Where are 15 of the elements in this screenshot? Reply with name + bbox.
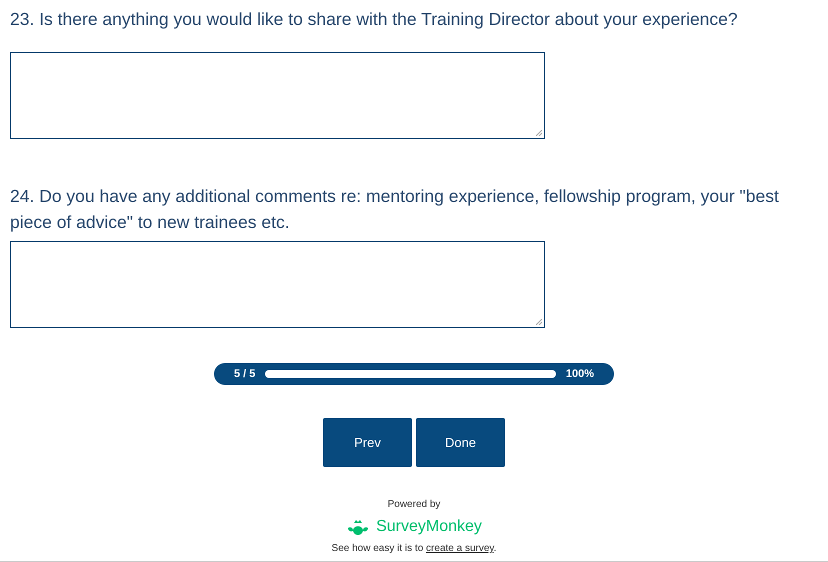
resize-grip-icon [536, 130, 542, 136]
nav-button[interactable]: Prev [323, 418, 412, 467]
brand-logo: SurveyMonkey [376, 517, 482, 537]
logo-icon [346, 519, 370, 535]
resize-grip-icon [536, 319, 542, 325]
answer-box[interactable] [10, 241, 545, 328]
create-survey-link[interactable]: create a survey [426, 543, 494, 554]
nav-button[interactable]: Done [416, 418, 505, 467]
answer-box[interactable] [10, 52, 545, 139]
question-text: 23. Is there anything you would like to share with the Training Director about your experience? [10, 8, 739, 31]
powered-by-text: Powered by [388, 498, 440, 512]
progress-percent: 100% [566, 366, 594, 382]
footer-text: See how easy it is to create a survey. [332, 542, 496, 556]
page-counter: 5 / 5 [234, 366, 256, 382]
question-text: 24. Do you have any additional comments re: mentoring experience, fellowship program, your "best piece of advice" to new trainees etc. [10, 185, 780, 234]
